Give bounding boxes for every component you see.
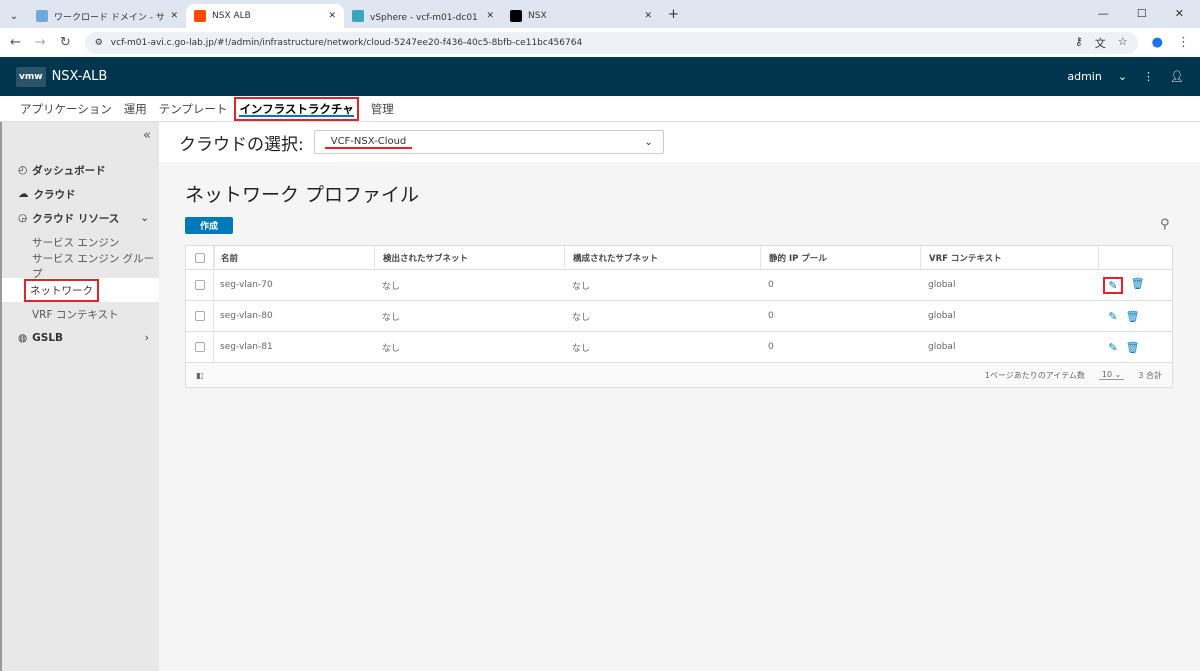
create-button[interactable]: 作成 bbox=[185, 217, 233, 234]
favicon-icon bbox=[36, 10, 48, 22]
menu-icon[interactable]: ⋮ bbox=[1177, 35, 1190, 50]
edit-pencil-icon[interactable]: ✎ bbox=[1108, 341, 1117, 354]
chevron-down-icon[interactable]: ⌄ bbox=[1118, 70, 1127, 83]
address-bar: ← → ↻ ⚙ vcf-m01-avi.c.go-lab.jp/#!/admin/in… bbox=[0, 28, 1200, 57]
table-header: 名前 検出されたサブネット 構成されたサブネット 静的 IP プール VRF コ… bbox=[186, 246, 1172, 270]
new-tab-button[interactable]: + bbox=[660, 7, 687, 28]
column-configured-subnet[interactable]: 構成されたサブネット bbox=[564, 246, 760, 269]
trash-icon[interactable]: 🗑︎ bbox=[1126, 310, 1140, 323]
key-icon[interactable]: ⚷ bbox=[1075, 35, 1083, 51]
sidebar-item-dashboard[interactable]: ◴ ダッシュボード bbox=[2, 158, 159, 182]
app-header: vmw NSX-ALB admin ⌄ ⋮ 👤︎ bbox=[0, 57, 1200, 96]
table-footer: ◧ 1ページあたりのアイテム数 10 ⌄ 3 合計 bbox=[186, 363, 1172, 387]
cloud-select-label: クラウドの選択: bbox=[179, 134, 304, 155]
cloud-selector-bar: クラウドの選択: VCF-NSX-Cloud ⌄ bbox=[159, 122, 1200, 162]
search-icon[interactable]: ⚲ bbox=[1160, 217, 1170, 232]
app-name: NSX-ALB bbox=[51, 69, 108, 84]
sidebar-item-vrf-context[interactable]: VRF コンテキスト bbox=[2, 302, 159, 326]
browser-tab[interactable]: ワークロード ドメイン - サマリ✕ bbox=[28, 4, 186, 28]
bookmark-star-icon[interactable]: ☆ bbox=[1118, 35, 1128, 51]
nav-administration[interactable]: 管理 bbox=[371, 101, 394, 117]
column-vrf-context[interactable]: VRF コンテキスト bbox=[920, 246, 1098, 269]
close-icon[interactable]: ✕ bbox=[170, 11, 178, 21]
column-discovered-subnet[interactable]: 検出されたサブネット bbox=[374, 246, 564, 269]
close-icon[interactable]: ✕ bbox=[486, 11, 494, 21]
sidebar-item-gslb[interactable]: ◍ GSLB › bbox=[2, 326, 159, 350]
chevron-down-icon: ⌄ bbox=[644, 136, 653, 148]
globe-icon: ◍ bbox=[18, 332, 28, 344]
back-icon[interactable]: ← bbox=[10, 35, 21, 50]
user-icon[interactable]: 👤︎ bbox=[1170, 70, 1184, 83]
favicon-icon bbox=[194, 10, 206, 22]
column-toggle-icon[interactable]: ◧ bbox=[196, 371, 204, 380]
select-all-checkbox[interactable] bbox=[194, 252, 205, 263]
cloud-icon: ☁︎ bbox=[18, 188, 29, 200]
resource-icon: ◶ bbox=[18, 212, 28, 224]
nav-templates[interactable]: テンプレート bbox=[159, 101, 228, 117]
sidebar: « ◴ ダッシュボード ☁︎ クラウド ◶ クラウド リソース ⌄ サービス エンジン … bbox=[0, 122, 159, 671]
url-input[interactable]: ⚙ vcf-m01-avi.c.go-lab.jp/#!/admin/infras… bbox=[84, 31, 1138, 54]
vmw-logo: vmw bbox=[16, 66, 46, 87]
sidebar-item-cloud[interactable]: ☁︎ クラウド bbox=[2, 182, 159, 206]
sidebar-item-cloud-resources[interactable]: ◶ クラウド リソース ⌄ bbox=[2, 206, 159, 230]
sidebar-item-se-group[interactable]: サービス エンジン グループ bbox=[2, 253, 159, 280]
favicon-icon bbox=[510, 10, 522, 22]
sidebar-item-network[interactable]: ネットワーク bbox=[2, 278, 159, 302]
more-icon[interactable]: ⋮ bbox=[1143, 70, 1154, 83]
close-icon[interactable]: ✕ bbox=[328, 11, 336, 21]
browser-tab-bar: ⌄ ワークロード ドメイン - サマリ✕ NSX ALB✕ vSphere - … bbox=[0, 0, 1200, 28]
minimize-icon[interactable]: — bbox=[1098, 7, 1109, 20]
cloud-select[interactable]: VCF-NSX-Cloud ⌄ bbox=[313, 130, 664, 154]
page-title: ネットワーク プロファイル bbox=[185, 184, 420, 206]
tab-list-button[interactable]: ⌄ bbox=[0, 11, 28, 28]
nav-infrastructure[interactable]: インフラストラクチャ bbox=[234, 96, 359, 121]
table-row: seg-vlan-70 なし なし 0 global ✎ 🗑︎ bbox=[186, 270, 1172, 301]
nav-operations[interactable]: 運用 bbox=[124, 101, 147, 117]
row-checkbox[interactable] bbox=[194, 280, 205, 290]
network-profile-table: 名前 検出されたサブネット 構成されたサブネット 静的 IP プール VRF コ… bbox=[185, 245, 1173, 388]
close-icon[interactable]: ✕ bbox=[644, 11, 652, 21]
chevron-down-icon: ⌄ bbox=[140, 212, 149, 224]
site-info-icon[interactable]: ⚙ bbox=[95, 38, 103, 48]
forward-icon[interactable]: → bbox=[35, 35, 46, 50]
user-menu[interactable]: admin bbox=[1067, 70, 1101, 83]
edit-pencil-icon[interactable]: ✎ bbox=[1108, 310, 1117, 323]
chevron-right-icon: › bbox=[144, 332, 149, 344]
trash-icon[interactable]: 🗑︎ bbox=[1126, 341, 1140, 354]
reload-icon[interactable]: ↻ bbox=[60, 35, 71, 50]
trash-icon[interactable]: 🗑︎ bbox=[1131, 277, 1145, 294]
browser-tab[interactable]: NSX ✕ bbox=[502, 4, 660, 28]
table-row: seg-vlan-81 なし なし 0 global ✎ 🗑︎ bbox=[186, 332, 1172, 363]
main-nav: アプリケーション 運用 テンプレート インフラストラクチャ 管理 bbox=[0, 96, 1200, 122]
maximize-icon[interactable]: ☐ bbox=[1137, 7, 1147, 20]
collapse-sidebar-icon[interactable]: « bbox=[2, 122, 159, 150]
column-name[interactable]: 名前 bbox=[214, 246, 374, 269]
profile-icon[interactable]: ● bbox=[1152, 35, 1163, 50]
browser-tab-active[interactable]: NSX ALB ✕ bbox=[186, 4, 344, 28]
table-row: seg-vlan-80 なし なし 0 global ✎ 🗑︎ bbox=[186, 301, 1172, 332]
favicon-icon bbox=[352, 10, 364, 22]
translate-icon[interactable]: 文 bbox=[1095, 35, 1106, 51]
page-size-select[interactable]: 10 ⌄ bbox=[1098, 370, 1125, 380]
browser-tab[interactable]: vSphere - vcf-m01-dc01 - 仮想✕ bbox=[344, 4, 502, 28]
nav-applications[interactable]: アプリケーション bbox=[20, 101, 112, 117]
dashboard-icon: ◴ bbox=[18, 164, 28, 176]
row-checkbox[interactable] bbox=[194, 311, 205, 321]
row-checkbox[interactable] bbox=[194, 342, 205, 352]
column-static-ip-pool[interactable]: 静的 IP プール bbox=[760, 246, 920, 269]
close-window-icon[interactable]: ✕ bbox=[1175, 7, 1184, 20]
edit-pencil-icon[interactable]: ✎ bbox=[1103, 276, 1123, 294]
